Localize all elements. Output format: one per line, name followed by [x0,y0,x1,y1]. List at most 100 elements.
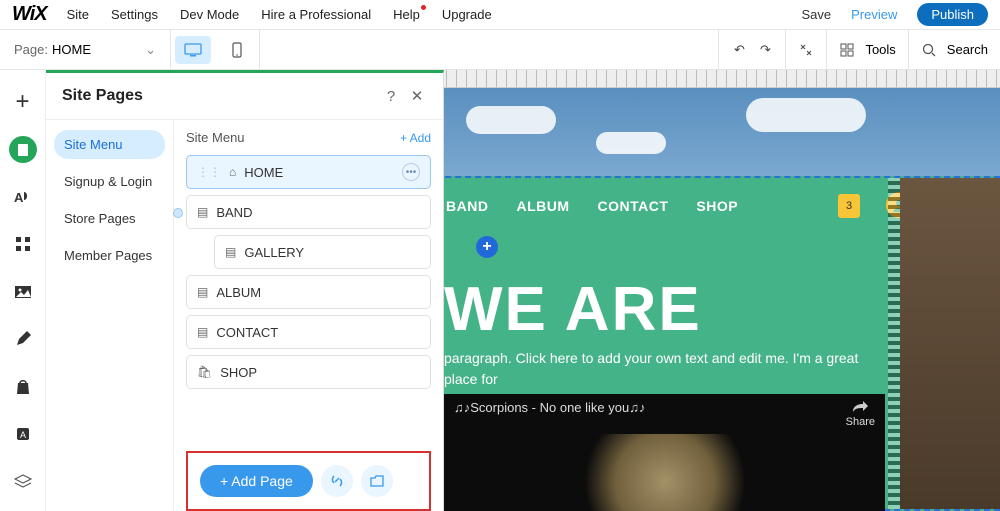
menu-upgrade[interactable]: Upgrade [442,7,492,22]
cart-icon[interactable]: 3 [838,194,860,218]
tools-icon [839,42,855,58]
text-theme-icon: A [14,188,32,206]
nav-contact[interactable]: CONTACT [598,198,669,214]
collapse-dot-icon[interactable] [173,208,183,218]
search-icon [921,42,937,58]
blog-button[interactable] [9,326,37,353]
page-label: HOME [244,165,283,180]
left-rail: + A A [0,70,46,511]
side-image [900,178,1000,509]
menu-help[interactable]: Help [393,7,420,22]
svg-text:A: A [20,430,26,440]
page-label: BAND [216,205,252,220]
page-value: HOME [52,42,91,57]
page-label: ALBUM [216,285,261,300]
video-title: ♫♪Scorpions - No one like you♫♪ [454,400,645,415]
panel-footer-highlight: + Add Page [186,451,431,511]
nav-store-pages[interactable]: Store Pages [54,204,165,233]
page-row-band[interactable]: ▤ BAND [186,195,431,229]
search-label: Search [947,42,988,57]
page-label: CONTACT [216,325,278,340]
page-folder-button[interactable] [361,465,393,497]
preview-button[interactable]: Preview [851,7,897,22]
panel-close-button[interactable]: ✕ [407,87,427,105]
top-menubar: WiX Site Settings Dev Mode Hire a Profes… [0,0,1000,30]
publish-button[interactable]: Publish [917,3,988,26]
video-thumbnail [565,434,765,511]
page-icon: ▤ [197,205,208,219]
redo-button[interactable]: ↷ [757,42,773,58]
zoom-out-button[interactable] [798,42,814,58]
share-icon [851,400,869,414]
editor-toolbar: Page: HOME ⌄ ↶ ↷ Tools Search [0,30,1000,70]
tools-label: Tools [865,42,895,57]
save-button[interactable]: Save [801,7,831,22]
store-button[interactable] [9,373,37,400]
page-label: GALLERY [244,245,304,260]
menu-settings[interactable]: Settings [111,7,158,22]
bag-icon [16,379,30,395]
page-link-button[interactable] [321,465,353,497]
panel-title: Site Pages [62,87,143,105]
menu-dev-mode[interactable]: Dev Mode [180,7,239,22]
page-icon: ▤ [225,245,236,259]
notification-dot [421,5,426,10]
nav-member-pages[interactable]: Member Pages [54,241,165,270]
page-row-album[interactable]: ▤ ALBUM [186,275,431,309]
pages-button[interactable] [9,136,37,163]
folder-icon [370,475,384,487]
hero-title[interactable]: WE ARE [444,274,702,345]
add-section-button[interactable]: + [476,236,498,258]
add-element-button[interactable]: + [9,88,37,116]
home-icon: ⌂ [229,165,236,179]
nav-album[interactable]: ALBUM [516,198,569,214]
page-selector[interactable]: Page: HOME ⌄ [0,42,170,58]
site-nav: BAND ALBUM CONTACT SHOP [446,198,738,214]
page-row-contact[interactable]: ▤ CONTACT [186,315,431,349]
theme-button[interactable]: A [9,183,37,210]
page-label: SHOP [220,365,257,380]
add-page-button[interactable]: + Add Page [200,465,313,497]
page-row-home[interactable]: ⋮⋮ ⌂ HOME ••• [186,155,431,189]
site-menu-heading: Site Menu [186,130,245,145]
link-icon [330,474,344,488]
desktop-view-button[interactable] [175,36,211,64]
panel-nav: Site Menu Signup & Login Store Pages Mem… [46,120,174,511]
nav-site-menu[interactable]: Site Menu [54,130,165,159]
video-embed[interactable]: ♫♪Scorpions - No one like you♫♪ Share [444,394,885,511]
page-row-shop[interactable]: 🛍 SHOP [186,355,431,389]
tag-icon: A [15,426,31,442]
apps-button[interactable] [9,231,37,258]
add-menu-item-link[interactable]: + Add [400,131,431,145]
pen-icon [15,331,31,347]
media-button[interactable] [9,278,37,305]
top-menu: Site Settings Dev Mode Hire a Profession… [67,7,492,22]
search-button[interactable]: Search [908,30,1000,69]
nav-signup-login[interactable]: Signup & Login [54,167,165,196]
layers-button[interactable] [9,468,37,495]
grid-icon [15,236,31,252]
nav-band[interactable]: BAND [446,198,488,214]
panel-help-button[interactable]: ? [381,88,401,105]
page-row-gallery[interactable]: ▤ GALLERY [214,235,431,269]
page-icon: ▤ [197,285,208,299]
undo-button[interactable]: ↶ [731,42,747,58]
menu-hire[interactable]: Hire a Professional [261,7,371,22]
tools-button[interactable]: Tools [826,30,907,69]
site-pages-panel: Site Pages ? ✕ Site Menu Signup & Login … [46,70,444,511]
ascend-button[interactable]: A [9,420,37,447]
share-button[interactable]: Share [846,400,875,428]
wix-logo: WiX [12,3,47,26]
page-icon: ▤ [197,325,208,339]
menu-site[interactable]: Site [67,7,89,22]
desktop-icon [184,43,202,57]
page-icon [16,143,30,157]
image-icon [14,285,32,299]
nav-shop[interactable]: SHOP [696,198,738,214]
layers-icon [14,474,32,488]
page-more-button[interactable]: ••• [402,163,420,181]
drag-handle-icon[interactable]: ⋮⋮ [197,165,221,179]
mobile-icon [232,42,242,58]
chevron-down-icon: ⌄ [145,42,156,58]
mobile-view-button[interactable] [219,36,255,64]
